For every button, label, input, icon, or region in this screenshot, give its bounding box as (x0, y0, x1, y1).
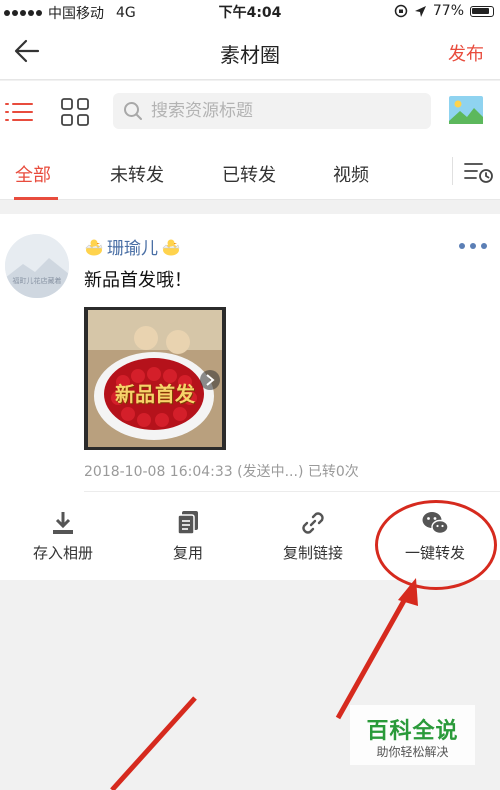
copy-link-button[interactable]: 复制链接 (258, 510, 368, 563)
location-icon (414, 5, 426, 17)
link-icon (302, 512, 324, 534)
tab-all[interactable]: 全部 (15, 161, 51, 187)
list-view-icon[interactable] (4, 98, 34, 126)
filter-tabs: 全部 未转发 已转发 视频 (0, 143, 500, 200)
reuse-label: 复用 (172, 544, 203, 562)
tab-forwarded[interactable]: 已转发 (222, 161, 276, 187)
post-image[interactable]: 新品首发 (84, 307, 226, 450)
chick-emoji-icon (162, 239, 180, 255)
image-icon[interactable] (448, 95, 484, 125)
post-meta: 2018-10-08 16:04:33 (发送中...) 已转0次 (84, 464, 359, 480)
post-text: 新品首发哦！ (84, 270, 192, 291)
tab-divider (452, 157, 453, 185)
publish-button[interactable]: 发布 (448, 40, 484, 66)
arrow-to-forward (335, 578, 418, 720)
save-to-album-button[interactable]: 存入相册 (8, 510, 118, 563)
watermark: 百科全说 助你轻松解决 (350, 705, 475, 765)
page-title: 素材圈 (220, 43, 280, 67)
copy-icon (177, 511, 198, 535)
watermark-title: 百科全说 (366, 719, 459, 744)
username-label: 珊瑜儿 (107, 239, 158, 259)
avatar[interactable]: 福町儿花店藏着 (5, 234, 69, 298)
post-author[interactable]: 珊瑜儿 (84, 234, 181, 259)
reuse-button[interactable]: 复用 (133, 510, 243, 563)
divider (84, 491, 500, 492)
rotation-lock-icon (394, 4, 408, 18)
tab-video[interactable]: 视频 (333, 161, 369, 187)
save-to-album-label: 存入相册 (32, 544, 93, 562)
grid-view-icon[interactable] (60, 97, 90, 127)
watermark-subtitle: 助你轻松解决 (376, 745, 449, 759)
download-icon (53, 512, 73, 534)
more-options-icon[interactable] (458, 242, 488, 250)
copy-link-label: 复制链接 (282, 544, 343, 562)
search-icon (124, 102, 142, 120)
battery-percent: 77% (432, 3, 464, 19)
image-caption: 新品首发 (115, 382, 195, 406)
chick-emoji-icon (85, 239, 103, 255)
history-filter-icon[interactable] (462, 159, 494, 185)
avatar-caption: 福町儿花店藏着 (12, 277, 62, 285)
status-bar: 中国移动 4G 下午4:04 77% (0, 0, 500, 24)
search-box[interactable] (113, 93, 431, 129)
nav-bar: 素材圈 发布 (0, 24, 500, 80)
tab-not-forwarded[interactable]: 未转发 (110, 161, 164, 187)
arrow-bottom-left (110, 696, 197, 790)
toolbar (0, 81, 500, 143)
annotation-circle (375, 500, 497, 590)
search-input[interactable] (151, 93, 421, 129)
avatar-image (5, 234, 69, 298)
battery-icon (470, 5, 494, 17)
tab-indicator (14, 197, 58, 200)
